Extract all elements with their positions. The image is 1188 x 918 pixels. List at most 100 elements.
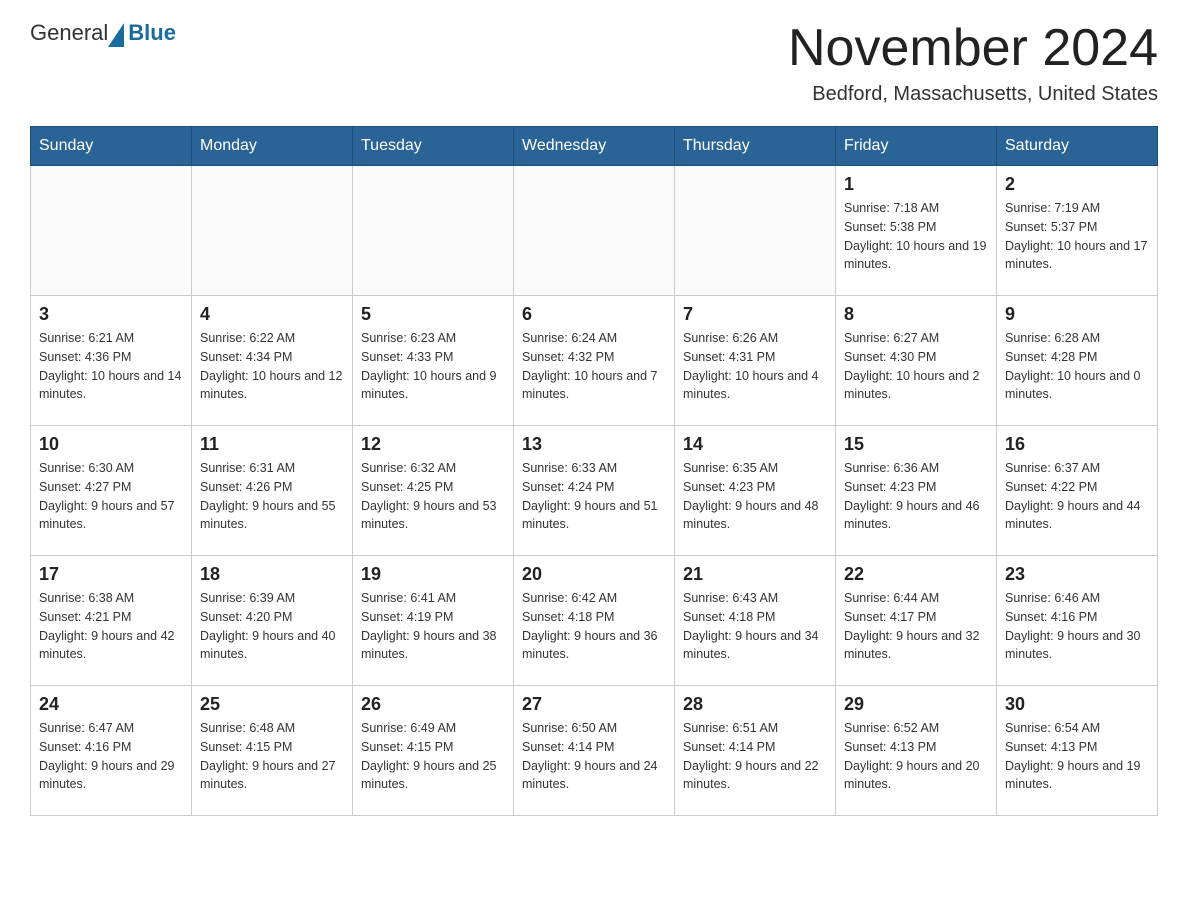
calendar-cell: 10 Sunrise: 6:30 AM Sunset: 4:27 PM Dayli…: [31, 426, 192, 556]
day-info: Sunrise: 6:22 AM Sunset: 4:34 PM Dayligh…: [200, 329, 344, 404]
header-cell-tuesday: Tuesday: [353, 127, 514, 166]
day-number: 28: [683, 694, 827, 715]
day-number: 16: [1005, 434, 1149, 455]
calendar-cell: [192, 166, 353, 296]
day-info: Sunrise: 6:46 AM Sunset: 4:16 PM Dayligh…: [1005, 589, 1149, 664]
calendar-cell: 19 Sunrise: 6:41 AM Sunset: 4:19 PM Dayli…: [353, 556, 514, 686]
week-row-2: 3 Sunrise: 6:21 AM Sunset: 4:36 PM Daylig…: [31, 296, 1158, 426]
week-row-4: 17Sunrise: 6:38 AM Sunset: 4:21 PM Dayli…: [31, 556, 1158, 686]
week-row-1: 1 Sunrise: 7:18 AM Sunset: 5:38 PM Daylig…: [31, 166, 1158, 296]
day-number: 10: [39, 434, 183, 455]
logo-blue-container: Blue: [108, 20, 176, 46]
day-info: Sunrise: 6:21 AM Sunset: 4:36 PM Dayligh…: [39, 329, 183, 404]
day-info: Sunrise: 6:52 AM Sunset: 4:13 PM Dayligh…: [844, 719, 988, 794]
calendar-cell: 30 Sunrise: 6:54 AM Sunset: 4:13 PM Dayli…: [997, 686, 1158, 816]
day-info: Sunrise: 6:33 AM Sunset: 4:24 PM Dayligh…: [522, 459, 666, 534]
day-info: Sunrise: 6:48 AM Sunset: 4:15 PM Dayligh…: [200, 719, 344, 794]
header-cell-saturday: Saturday: [997, 127, 1158, 166]
day-info: Sunrise: 6:50 AM Sunset: 4:14 PM Dayligh…: [522, 719, 666, 794]
day-info: Sunrise: 6:54 AM Sunset: 4:13 PM Dayligh…: [1005, 719, 1149, 794]
day-number: 6: [522, 304, 666, 325]
calendar-cell: 5Sunrise: 6:23 AM Sunset: 4:33 PM Daylig…: [353, 296, 514, 426]
logo-triangle-icon: [108, 23, 124, 47]
month-title: November 2024: [788, 20, 1158, 77]
calendar-cell: 17Sunrise: 6:38 AM Sunset: 4:21 PM Dayli…: [31, 556, 192, 686]
calendar-cell: 22 Sunrise: 6:44 AM Sunset: 4:17 PM Dayli…: [836, 556, 997, 686]
day-info: Sunrise: 7:18 AM Sunset: 5:38 PM Dayligh…: [844, 199, 988, 274]
week-row-3: 10 Sunrise: 6:30 AM Sunset: 4:27 PM Dayli…: [31, 426, 1158, 556]
calendar-cell: [31, 166, 192, 296]
calendar-cell: [675, 166, 836, 296]
calendar-cell: 21Sunrise: 6:43 AM Sunset: 4:18 PM Dayli…: [675, 556, 836, 686]
day-number: 4: [200, 304, 344, 325]
day-number: 7: [683, 304, 827, 325]
calendar-cell: 3 Sunrise: 6:21 AM Sunset: 4:36 PM Daylig…: [31, 296, 192, 426]
day-number: 27: [522, 694, 666, 715]
calendar-cell: 7 Sunrise: 6:26 AM Sunset: 4:31 PM Daylig…: [675, 296, 836, 426]
location-subtitle: Bedford, Massachusetts, United States: [788, 83, 1158, 106]
header: General Blue November 2024 Bedford, Mass…: [30, 20, 1158, 106]
day-info: Sunrise: 6:41 AM Sunset: 4:19 PM Dayligh…: [361, 589, 505, 664]
day-info: Sunrise: 6:44 AM Sunset: 4:17 PM Dayligh…: [844, 589, 988, 664]
day-number: 29: [844, 694, 988, 715]
header-cell-friday: Friday: [836, 127, 997, 166]
calendar-cell: [353, 166, 514, 296]
week-row-5: 24 Sunrise: 6:47 AM Sunset: 4:16 PM Dayli…: [31, 686, 1158, 816]
day-number: 12: [361, 434, 505, 455]
day-number: 1: [844, 174, 988, 195]
calendar-cell: 11 Sunrise: 6:31 AM Sunset: 4:26 PM Dayli…: [192, 426, 353, 556]
day-info: Sunrise: 6:39 AM Sunset: 4:20 PM Dayligh…: [200, 589, 344, 664]
day-info: Sunrise: 6:31 AM Sunset: 4:26 PM Dayligh…: [200, 459, 344, 534]
day-number: 9: [1005, 304, 1149, 325]
calendar-cell: 14 Sunrise: 6:35 AM Sunset: 4:23 PM Dayli…: [675, 426, 836, 556]
day-number: 3: [39, 304, 183, 325]
calendar-cell: 12 Sunrise: 6:32 AM Sunset: 4:25 PM Dayli…: [353, 426, 514, 556]
day-number: 26: [361, 694, 505, 715]
day-info: Sunrise: 6:28 AM Sunset: 4:28 PM Dayligh…: [1005, 329, 1149, 404]
day-info: Sunrise: 6:37 AM Sunset: 4:22 PM Dayligh…: [1005, 459, 1149, 534]
day-info: Sunrise: 6:47 AM Sunset: 4:16 PM Dayligh…: [39, 719, 183, 794]
header-cell-monday: Monday: [192, 127, 353, 166]
day-info: Sunrise: 6:35 AM Sunset: 4:23 PM Dayligh…: [683, 459, 827, 534]
calendar-cell: 6 Sunrise: 6:24 AM Sunset: 4:32 PM Daylig…: [514, 296, 675, 426]
day-number: 24: [39, 694, 183, 715]
day-info: Sunrise: 6:24 AM Sunset: 4:32 PM Dayligh…: [522, 329, 666, 404]
header-row: SundayMondayTuesdayWednesdayThursdayFrid…: [31, 127, 1158, 166]
day-number: 23: [1005, 564, 1149, 585]
calendar-cell: 27 Sunrise: 6:50 AM Sunset: 4:14 PM Dayli…: [514, 686, 675, 816]
title-area: November 2024 Bedford, Massachusetts, Un…: [788, 20, 1158, 106]
day-info: Sunrise: 6:38 AM Sunset: 4:21 PM Dayligh…: [39, 589, 183, 664]
day-number: 19: [361, 564, 505, 585]
day-number: 30: [1005, 694, 1149, 715]
calendar-cell: 28Sunrise: 6:51 AM Sunset: 4:14 PM Dayli…: [675, 686, 836, 816]
day-number: 5: [361, 304, 505, 325]
calendar-body: 1 Sunrise: 7:18 AM Sunset: 5:38 PM Daylig…: [31, 166, 1158, 816]
day-info: Sunrise: 6:32 AM Sunset: 4:25 PM Dayligh…: [361, 459, 505, 534]
logo-general-text: General: [30, 20, 108, 46]
day-number: 22: [844, 564, 988, 585]
calendar-cell: 13 Sunrise: 6:33 AM Sunset: 4:24 PM Dayli…: [514, 426, 675, 556]
calendar-cell: 4 Sunrise: 6:22 AM Sunset: 4:34 PM Daylig…: [192, 296, 353, 426]
calendar-cell: 16 Sunrise: 6:37 AM Sunset: 4:22 PM Dayli…: [997, 426, 1158, 556]
calendar-cell: 25 Sunrise: 6:48 AM Sunset: 4:15 PM Dayli…: [192, 686, 353, 816]
day-number: 14: [683, 434, 827, 455]
day-info: Sunrise: 7:19 AM Sunset: 5:37 PM Dayligh…: [1005, 199, 1149, 274]
day-info: Sunrise: 6:27 AM Sunset: 4:30 PM Dayligh…: [844, 329, 988, 404]
day-number: 11: [200, 434, 344, 455]
day-number: 25: [200, 694, 344, 715]
calendar-cell: 26 Sunrise: 6:49 AM Sunset: 4:15 PM Dayli…: [353, 686, 514, 816]
day-number: 13: [522, 434, 666, 455]
day-info: Sunrise: 6:49 AM Sunset: 4:15 PM Dayligh…: [361, 719, 505, 794]
calendar-cell: 20Sunrise: 6:42 AM Sunset: 4:18 PM Dayli…: [514, 556, 675, 686]
day-info: Sunrise: 6:30 AM Sunset: 4:27 PM Dayligh…: [39, 459, 183, 534]
calendar-cell: 29 Sunrise: 6:52 AM Sunset: 4:13 PM Dayli…: [836, 686, 997, 816]
day-number: 18: [200, 564, 344, 585]
day-number: 20: [522, 564, 666, 585]
day-info: Sunrise: 6:36 AM Sunset: 4:23 PM Dayligh…: [844, 459, 988, 534]
calendar-cell: 1 Sunrise: 7:18 AM Sunset: 5:38 PM Daylig…: [836, 166, 997, 296]
day-info: Sunrise: 6:26 AM Sunset: 4:31 PM Dayligh…: [683, 329, 827, 404]
calendar-cell: 15Sunrise: 6:36 AM Sunset: 4:23 PM Dayli…: [836, 426, 997, 556]
calendar-header: SundayMondayTuesdayWednesdayThursdayFrid…: [31, 127, 1158, 166]
calendar-cell: 18 Sunrise: 6:39 AM Sunset: 4:20 PM Dayli…: [192, 556, 353, 686]
day-number: 2: [1005, 174, 1149, 195]
